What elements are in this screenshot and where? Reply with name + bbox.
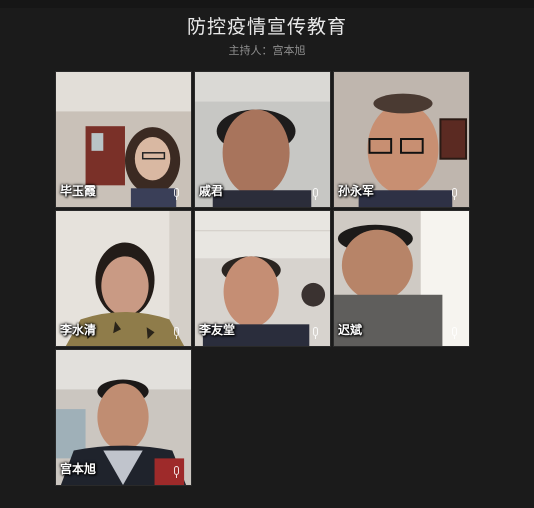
top-bar (0, 0, 534, 8)
mic-icon (313, 327, 318, 339)
video-tile[interactable]: 李友堂 (194, 210, 331, 347)
video-tile[interactable]: 毕玉霞 (55, 71, 192, 208)
mic-icon (452, 188, 457, 200)
mic-icon (174, 466, 179, 478)
video-tile[interactable]: 李水清 (55, 210, 192, 347)
participant-name: 李友堂 (199, 323, 236, 337)
mic-icon (174, 188, 179, 200)
participant-name: 戚君 (199, 184, 224, 198)
video-tile[interactable]: 迟斌 (333, 210, 470, 347)
participant-name: 李水清 (60, 323, 97, 337)
mic-icon (452, 327, 457, 339)
meeting-title: 防控疫情宣传教育 (186, 16, 347, 38)
video-tile[interactable]: 孙永军 (333, 71, 470, 208)
participant-name: 孙永军 (338, 184, 375, 198)
video-tile[interactable]: 宫本旭 (55, 349, 192, 486)
host-label: 主持人：宫本旭 (228, 44, 306, 57)
participant-name: 毕玉霞 (60, 184, 97, 198)
participant-name: 迟斌 (338, 323, 363, 337)
video-tile[interactable]: 戚君 (194, 71, 331, 208)
mic-icon (174, 327, 179, 339)
mic-icon (313, 188, 318, 200)
participant-name: 宫本旭 (60, 462, 97, 476)
